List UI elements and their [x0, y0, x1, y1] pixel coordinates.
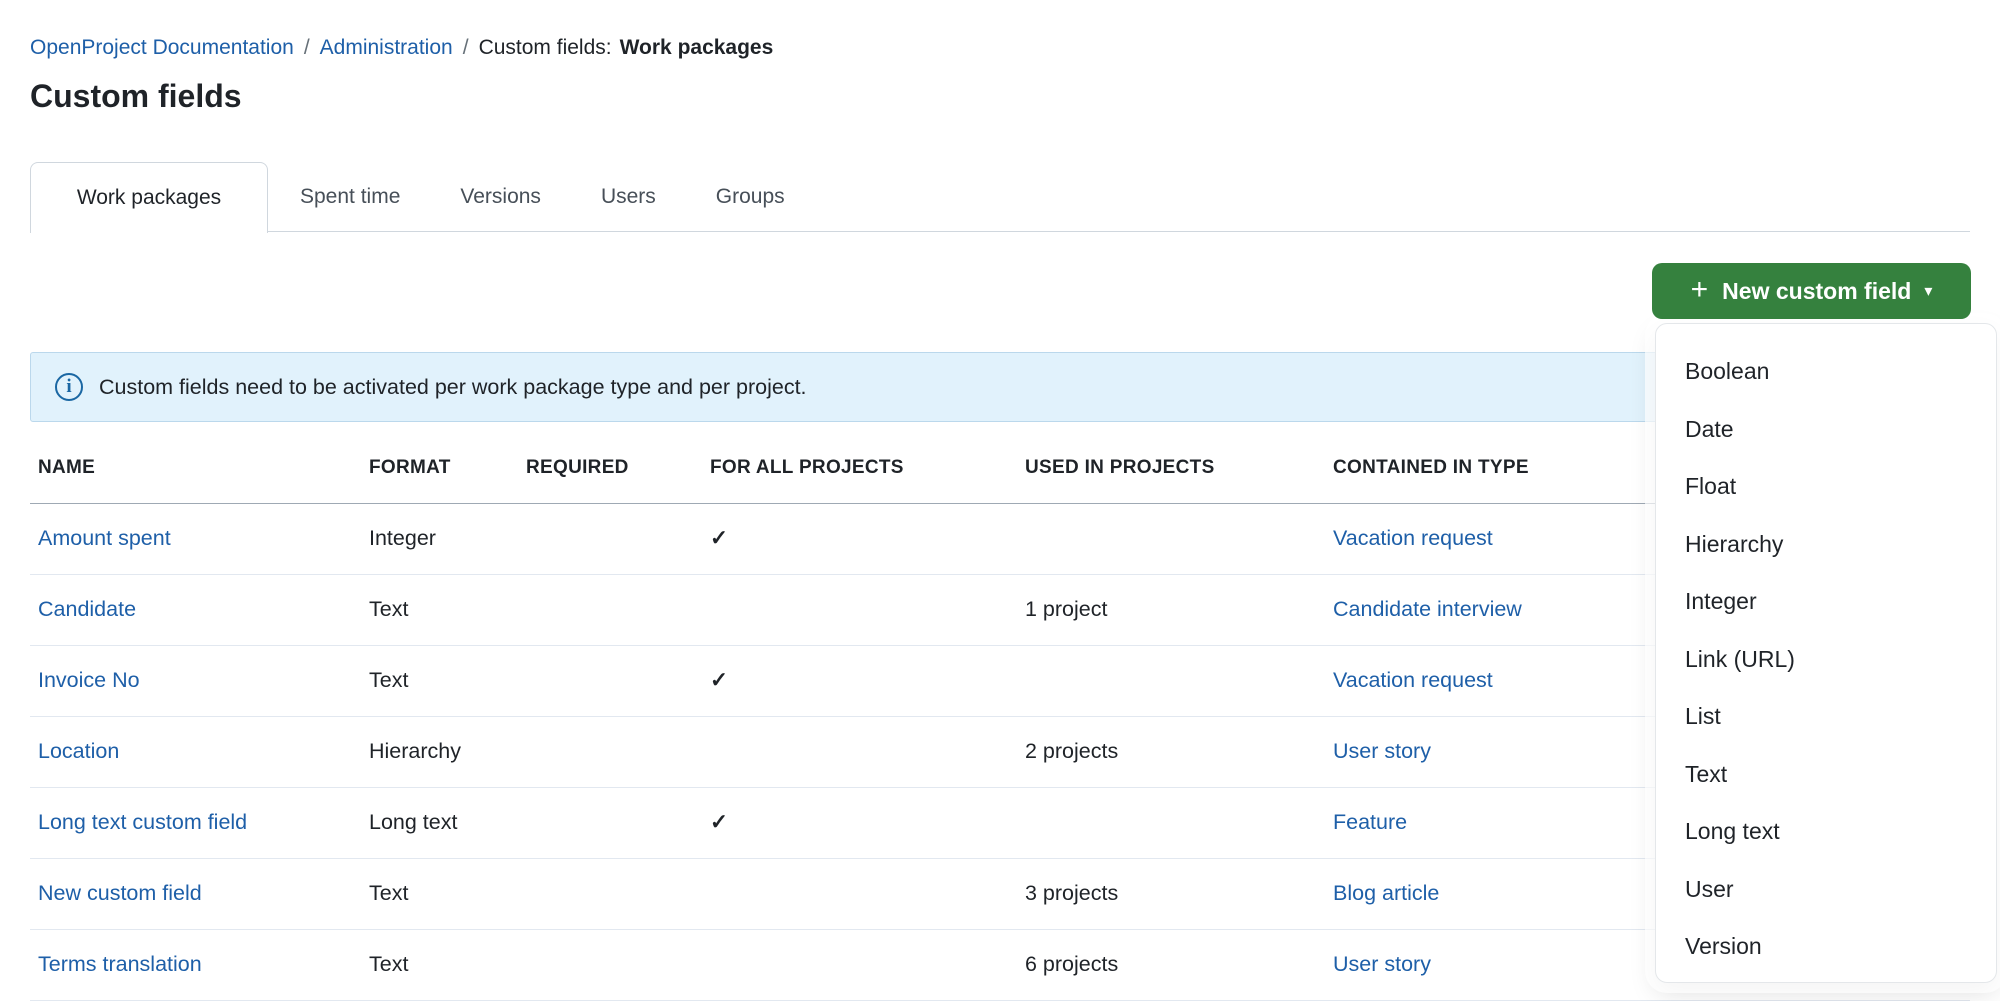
- breadcrumb-separator: /: [294, 36, 320, 59]
- menu-item-hierarchy[interactable]: Hierarchy: [1656, 516, 1996, 574]
- column-header-format: FORMAT: [361, 433, 518, 503]
- menu-item-link-url[interactable]: Link (URL): [1656, 631, 1996, 689]
- chevron-down-icon: ▾: [1924, 281, 1932, 301]
- contained-in-type-link[interactable]: Vacation request: [1333, 668, 1493, 692]
- menu-item-user[interactable]: User: [1656, 861, 1996, 919]
- contained-in-type-link[interactable]: Blog article: [1333, 881, 1439, 905]
- required-cell: [518, 929, 702, 1000]
- tab-spent-time[interactable]: Spent time: [300, 162, 400, 231]
- new-custom-field-dropdown-menu: Boolean Date Float Hierarchy Integer Lin…: [1655, 323, 1997, 983]
- info-icon: i: [55, 373, 83, 401]
- required-cell: [518, 716, 702, 787]
- breadcrumb-current-page: Work packages: [620, 36, 774, 59]
- new-custom-field-button[interactable]: + New custom field ▾: [1652, 263, 1971, 319]
- breadcrumb-current-prefix: Custom fields:: [479, 36, 612, 59]
- for-all-projects-check: [702, 716, 1017, 787]
- custom-field-name-link[interactable]: Location: [38, 739, 119, 763]
- required-cell: [518, 787, 702, 858]
- custom-field-name-link[interactable]: Invoice No: [38, 668, 140, 692]
- custom-field-name-link[interactable]: New custom field: [38, 881, 202, 905]
- format-cell: Text: [361, 858, 518, 929]
- menu-item-list[interactable]: List: [1656, 688, 1996, 746]
- format-cell: Text: [361, 574, 518, 645]
- menu-item-float[interactable]: Float: [1656, 458, 1996, 516]
- tab-strip: Work packages Spent time Versions Users …: [30, 162, 1970, 232]
- tab-users[interactable]: Users: [601, 162, 656, 231]
- column-header-for-all-projects: FOR ALL PROJECTS: [702, 433, 1017, 503]
- tab-groups[interactable]: Groups: [716, 162, 785, 231]
- used-in-projects-cell: [1017, 645, 1325, 716]
- contained-in-type-link[interactable]: Vacation request: [1333, 526, 1493, 550]
- for-all-projects-check: ✓: [702, 645, 1017, 716]
- contained-in-type-link[interactable]: Feature: [1333, 810, 1407, 834]
- used-in-projects-cell: [1017, 503, 1325, 574]
- menu-item-boolean[interactable]: Boolean: [1656, 343, 1996, 401]
- column-header-name: NAME: [30, 433, 361, 503]
- required-cell: [518, 574, 702, 645]
- for-all-projects-check: ✓: [702, 503, 1017, 574]
- tab-work-packages[interactable]: Work packages: [30, 162, 268, 233]
- required-cell: [518, 858, 702, 929]
- column-header-required: REQUIRED: [518, 433, 702, 503]
- breadcrumb-link-administration[interactable]: Administration: [320, 36, 453, 59]
- format-cell: Text: [361, 645, 518, 716]
- menu-item-version[interactable]: Version: [1656, 918, 1996, 976]
- required-cell: [518, 645, 702, 716]
- for-all-projects-check: [702, 574, 1017, 645]
- format-cell: Integer: [361, 503, 518, 574]
- menu-item-date[interactable]: Date: [1656, 401, 1996, 459]
- contained-in-type-link[interactable]: User story: [1333, 952, 1431, 976]
- required-cell: [518, 503, 702, 574]
- plus-icon: +: [1691, 275, 1709, 305]
- custom-field-name-link[interactable]: Candidate: [38, 597, 136, 621]
- used-in-projects-cell: 3 projects: [1017, 858, 1325, 929]
- for-all-projects-check: ✓: [702, 787, 1017, 858]
- column-header-used-in-projects: USED IN PROJECTS: [1017, 433, 1325, 503]
- breadcrumb-separator: /: [453, 36, 479, 59]
- contained-in-type-link[interactable]: Candidate interview: [1333, 597, 1522, 621]
- custom-field-name-link[interactable]: Amount spent: [38, 526, 171, 550]
- used-in-projects-cell: 6 projects: [1017, 929, 1325, 1000]
- breadcrumb-link-openproject-documentation[interactable]: OpenProject Documentation: [30, 36, 294, 59]
- custom-field-name-link[interactable]: Long text custom field: [38, 810, 247, 834]
- page-title: Custom fields: [30, 78, 242, 115]
- custom-field-name-link[interactable]: Terms translation: [38, 952, 202, 976]
- new-custom-field-label: New custom field: [1722, 278, 1911, 305]
- menu-item-text[interactable]: Text: [1656, 746, 1996, 804]
- menu-item-long-text[interactable]: Long text: [1656, 803, 1996, 861]
- format-cell: Long text: [361, 787, 518, 858]
- format-cell: Text: [361, 929, 518, 1000]
- tab-versions[interactable]: Versions: [460, 162, 541, 231]
- menu-item-integer[interactable]: Integer: [1656, 573, 1996, 631]
- info-banner-text: Custom fields need to be activated per w…: [99, 375, 807, 400]
- breadcrumb: OpenProject Documentation/Administration…: [30, 36, 773, 60]
- for-all-projects-check: [702, 929, 1017, 1000]
- for-all-projects-check: [702, 858, 1017, 929]
- used-in-projects-cell: 2 projects: [1017, 716, 1325, 787]
- used-in-projects-cell: [1017, 787, 1325, 858]
- contained-in-type-link[interactable]: User story: [1333, 739, 1431, 763]
- format-cell: Hierarchy: [361, 716, 518, 787]
- used-in-projects-cell: 1 project: [1017, 574, 1325, 645]
